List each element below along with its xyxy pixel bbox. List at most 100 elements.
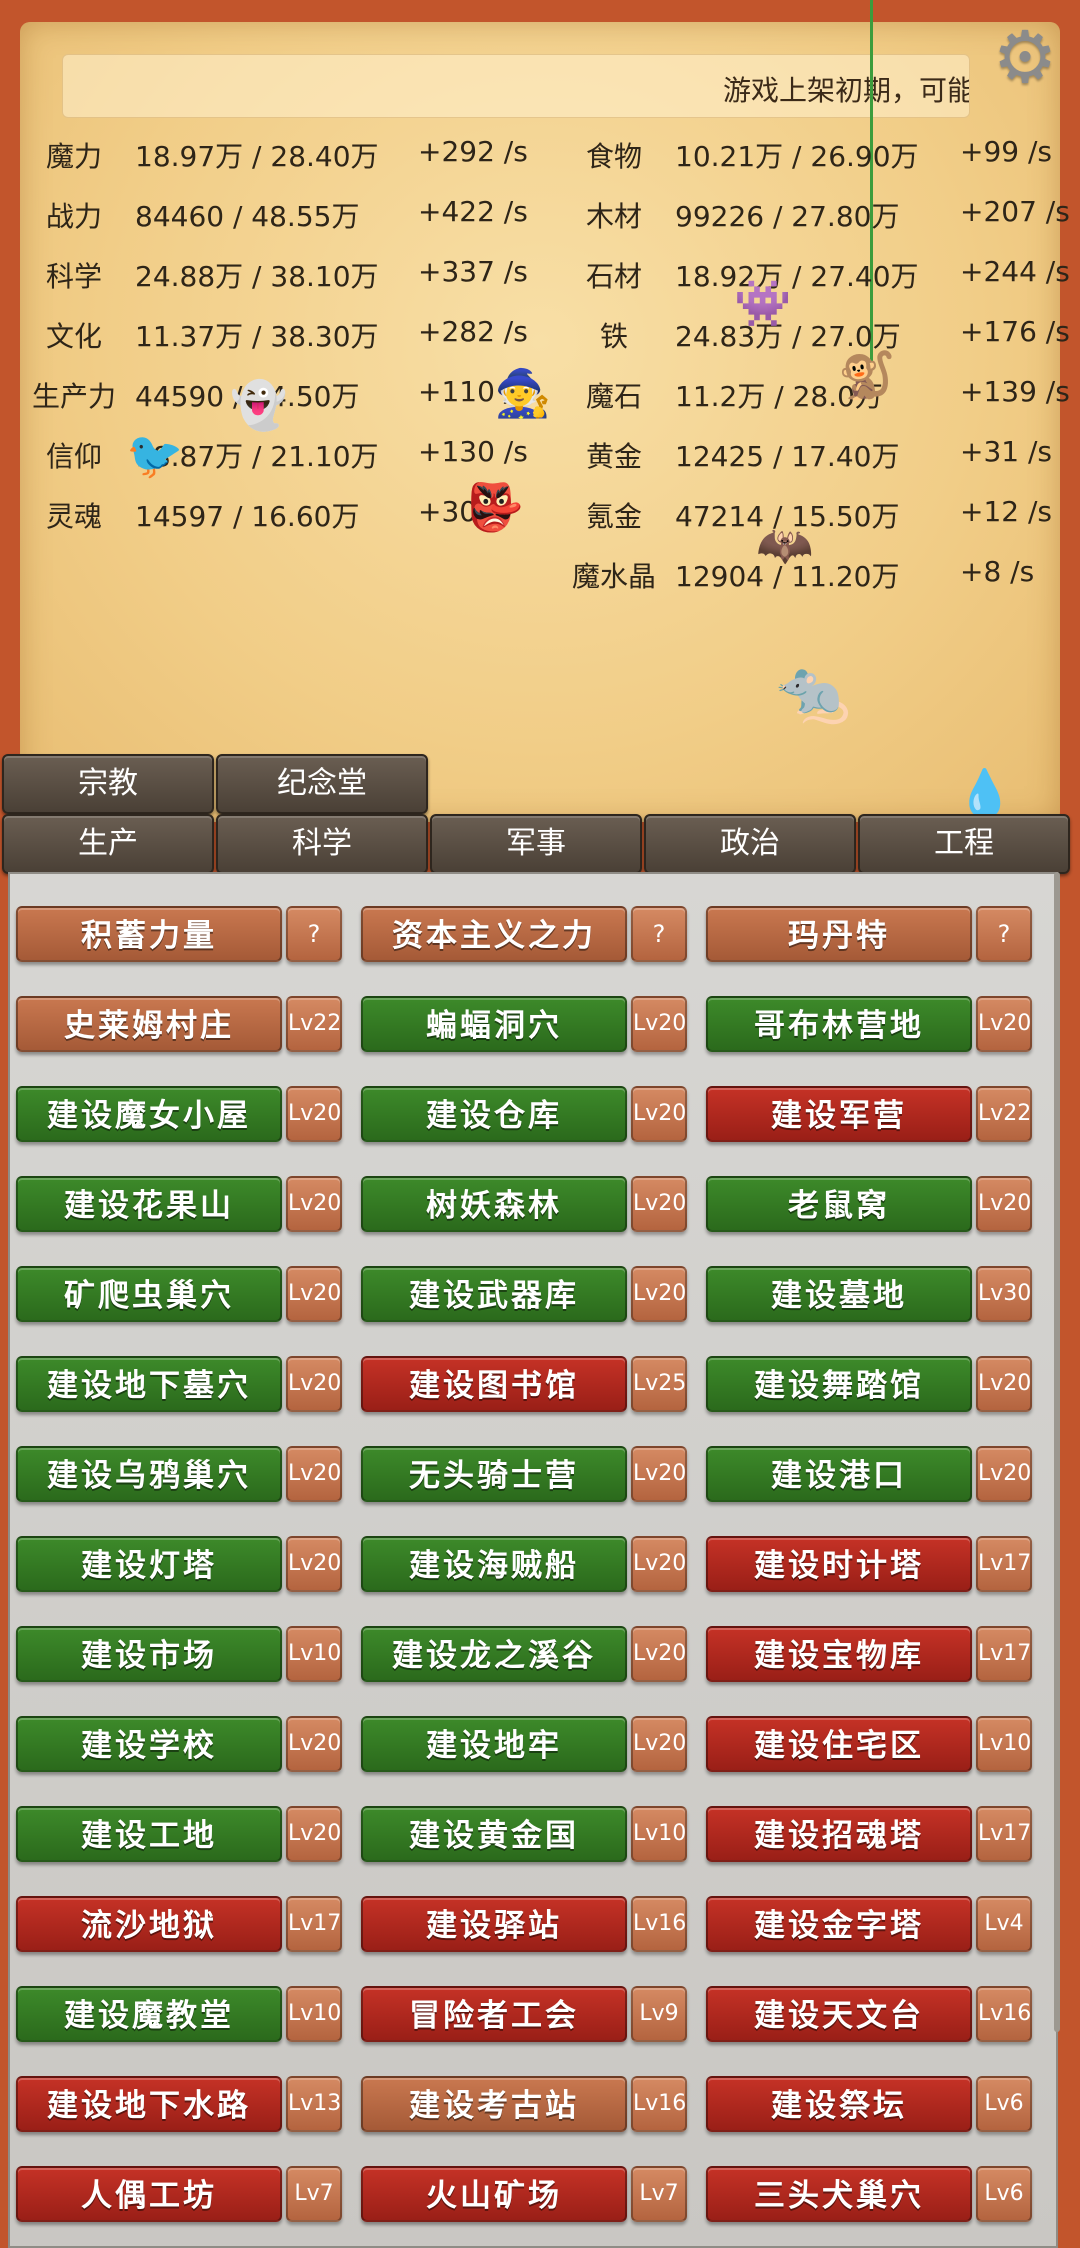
building-button[interactable]: 三头犬巢穴 bbox=[706, 2166, 972, 2222]
building-button[interactable]: 建设魔女小屋 bbox=[16, 1086, 282, 1142]
building-button[interactable]: 建设武器库 bbox=[361, 1266, 627, 1322]
resource-rate: +8 /s bbox=[960, 555, 1035, 588]
level-badge: Lv20 bbox=[631, 1266, 687, 1322]
building-button[interactable]: 建设灯塔 bbox=[16, 1536, 282, 1592]
level-badge: Lv9 bbox=[631, 1986, 687, 2042]
level-badge: Lv7 bbox=[631, 2166, 687, 2222]
building-button[interactable]: 建设花果山 bbox=[16, 1176, 282, 1232]
building-button[interactable]: 建设考古站 bbox=[361, 2076, 627, 2132]
level-badge: Lv20 bbox=[286, 1266, 342, 1322]
level-badge: Lv10 bbox=[976, 1716, 1032, 1772]
building-button[interactable]: 建设舞踏馆 bbox=[706, 1356, 972, 1412]
building-button[interactable]: 建设天文台 bbox=[706, 1986, 972, 2042]
building-button[interactable]: 建设龙之溪谷 bbox=[361, 1626, 627, 1682]
building-button[interactable]: 建设港口 bbox=[706, 1446, 972, 1502]
building-button[interactable]: 建设工地 bbox=[16, 1806, 282, 1862]
notice-marquee: 游戏上架初期，可能 bbox=[62, 54, 970, 118]
building-button[interactable]: 矿爬虫巢穴 bbox=[16, 1266, 282, 1322]
building-button[interactable]: 建设地下墓穴 bbox=[16, 1356, 282, 1412]
building-button[interactable]: 史莱姆村庄 bbox=[16, 996, 282, 1052]
help-button[interactable]: ? bbox=[976, 906, 1032, 962]
help-button[interactable]: ? bbox=[631, 906, 687, 962]
level-badge: Lv6 bbox=[976, 2076, 1032, 2132]
building-button[interactable]: 建设驿站 bbox=[361, 1896, 627, 1952]
level-badge: Lv20 bbox=[286, 1536, 342, 1592]
building-button[interactable]: 建设海贼船 bbox=[361, 1536, 627, 1592]
tab-science[interactable]: 科学 bbox=[216, 814, 428, 874]
level-badge: Lv13 bbox=[286, 2076, 342, 2132]
notice-text: 游戏上架初期，可能 bbox=[723, 74, 970, 107]
level-badge: Lv17 bbox=[976, 1806, 1032, 1862]
resource-name: 食物 bbox=[585, 140, 642, 173]
building-button[interactable]: 流沙地狱 bbox=[16, 1896, 282, 1952]
building-button[interactable]: 建设地下水路 bbox=[16, 2076, 282, 2132]
building-button[interactable]: 建设墓地 bbox=[706, 1266, 972, 1322]
level-badge: Lv10 bbox=[631, 1806, 687, 1862]
tab-military[interactable]: 军事 bbox=[430, 814, 642, 874]
building-button[interactable]: 建设图书馆 bbox=[361, 1356, 627, 1412]
level-badge: Lv6 bbox=[976, 2166, 1032, 2222]
building-button[interactable]: 无头骑士营 bbox=[361, 1446, 627, 1502]
building-button[interactable]: 蝙蝠洞穴 bbox=[361, 996, 627, 1052]
building-button[interactable]: 建设招魂塔 bbox=[706, 1806, 972, 1862]
bat-icon: 🦇 bbox=[756, 518, 814, 572]
resource-row: 木材 99226 / 27.80万 +207 /s bbox=[0, 195, 1080, 235]
level-badge: Lv20 bbox=[286, 1356, 342, 1412]
building-button[interactable]: 资本主义之力 bbox=[361, 906, 627, 962]
building-button[interactable]: 建设地牢 bbox=[361, 1716, 627, 1772]
ghost-icon: 👻 bbox=[230, 378, 288, 432]
level-badge: Lv20 bbox=[286, 1446, 342, 1502]
building-button[interactable]: 建设乌鸦巢穴 bbox=[16, 1446, 282, 1502]
tab-politics[interactable]: 政治 bbox=[644, 814, 856, 874]
building-button[interactable]: 建设宝物库 bbox=[706, 1626, 972, 1682]
level-badge: Lv4 bbox=[976, 1896, 1032, 1952]
resource-name: 木材 bbox=[585, 200, 642, 233]
building-button[interactable]: 火山矿场 bbox=[361, 2166, 627, 2222]
resource-name: 魔石 bbox=[585, 380, 642, 413]
building-button[interactable]: 建设住宅区 bbox=[706, 1716, 972, 1772]
building-button[interactable]: 建设市场 bbox=[16, 1626, 282, 1682]
level-badge: Lv10 bbox=[286, 1626, 342, 1682]
resource-row: 食物 10.21万 / 26.90万 +99 /s bbox=[0, 135, 1080, 175]
gear-icon[interactable]: ⚙ bbox=[988, 20, 1062, 94]
building-button[interactable]: 冒险者工会 bbox=[361, 1986, 627, 2042]
level-badge: Lv22 bbox=[976, 1086, 1032, 1142]
level-badge: Lv17 bbox=[286, 1896, 342, 1952]
resource-name: 魔水晶 bbox=[571, 560, 656, 593]
tab-production[interactable]: 生产 bbox=[2, 814, 214, 874]
building-button[interactable]: 哥布林营地 bbox=[706, 996, 972, 1052]
tab-religion[interactable]: 宗教 bbox=[2, 754, 214, 814]
building-button[interactable]: 树妖森林 bbox=[361, 1176, 627, 1232]
level-badge: Lv17 bbox=[976, 1536, 1032, 1592]
monkey-icon: 🐒 bbox=[838, 348, 896, 402]
tab-memorial[interactable]: 纪念堂 bbox=[216, 754, 428, 814]
help-button[interactable]: ? bbox=[286, 906, 342, 962]
building-button[interactable]: 建设魔教堂 bbox=[16, 1986, 282, 2042]
building-button[interactable]: 建设军营 bbox=[706, 1086, 972, 1142]
scrollbar[interactable] bbox=[1054, 872, 1060, 2032]
building-button[interactable]: 建设仓库 bbox=[361, 1086, 627, 1142]
level-badge: Lv16 bbox=[631, 1896, 687, 1952]
building-button[interactable]: 建设祭坛 bbox=[706, 2076, 972, 2132]
level-badge: Lv20 bbox=[631, 996, 687, 1052]
building-button[interactable]: 人偶工坊 bbox=[16, 2166, 282, 2222]
building-button[interactable]: 玛丹特 bbox=[706, 906, 972, 962]
building-button[interactable]: 建设学校 bbox=[16, 1716, 282, 1772]
level-badge: Lv16 bbox=[631, 2076, 687, 2132]
resource-row: 铁 24.83万 / 27.0万 +176 /s bbox=[0, 315, 1080, 355]
building-button[interactable]: 建设黄金国 bbox=[361, 1806, 627, 1862]
resource-name: 铁 bbox=[599, 320, 628, 353]
level-badge: Lv17 bbox=[976, 1626, 1032, 1682]
resource-name: 氪金 bbox=[585, 500, 642, 533]
level-badge: Lv20 bbox=[286, 1716, 342, 1772]
building-button[interactable]: 建设时计塔 bbox=[706, 1536, 972, 1592]
building-button[interactable]: 老鼠窝 bbox=[706, 1176, 972, 1232]
level-badge: Lv20 bbox=[631, 1446, 687, 1502]
level-badge: Lv20 bbox=[286, 1086, 342, 1142]
level-badge: Lv20 bbox=[631, 1626, 687, 1682]
building-button[interactable]: 积蓄力量 bbox=[16, 906, 282, 962]
imp-icon: 👾 bbox=[734, 276, 792, 330]
resource-rate: +207 /s bbox=[960, 195, 1070, 228]
building-button[interactable]: 建设金字塔 bbox=[706, 1896, 972, 1952]
tab-engineering[interactable]: 工程 bbox=[858, 814, 1070, 874]
